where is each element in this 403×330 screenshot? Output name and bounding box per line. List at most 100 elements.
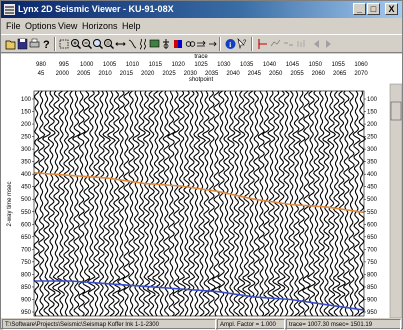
gain-icon[interactable] xyxy=(161,37,172,51)
time-tick-label: 700 xyxy=(21,247,32,253)
wiggle-icon[interactable] xyxy=(138,37,149,51)
trace-tick-label: 1020 xyxy=(171,62,185,68)
link-icon[interactable] xyxy=(185,37,196,51)
back-icon[interactable] xyxy=(311,37,322,51)
time-tick-label: 300 xyxy=(367,147,378,153)
question-icon[interactable]: ? xyxy=(41,37,52,51)
y-axis-label: 2-way time msec xyxy=(7,181,13,226)
svg-text:?: ? xyxy=(43,39,50,51)
seismic-trace xyxy=(232,90,241,317)
pan-icon[interactable] xyxy=(115,37,126,51)
time-tick-label: 950 xyxy=(21,310,32,316)
trace-tick-label: 1025 xyxy=(194,62,208,68)
svg-text:?: ? xyxy=(243,40,247,46)
time-tick-label: 800 xyxy=(21,272,32,278)
zoom-out-icon[interactable] xyxy=(81,37,92,51)
status-amplitude-factor: Ampl. Factor = 1.000 xyxy=(217,319,285,330)
trace-ticks: 980 995 1000 1005 1010 1015 1020 1025 1030 1035 10… xyxy=(36,62,368,68)
measure-icon[interactable] xyxy=(127,37,138,51)
pick-horizon-icon[interactable] xyxy=(257,37,268,51)
horizon-line[interactable] xyxy=(33,172,365,214)
pick-line-icon[interactable] xyxy=(270,37,281,51)
title-bar[interactable]: Lynx 2D Seismic Viewer - KU-91-08X _ □ X xyxy=(1,1,402,18)
time-tick-label: 350 xyxy=(367,160,378,166)
refresh-icon[interactable] xyxy=(196,37,207,51)
select-icon[interactable] xyxy=(59,37,70,51)
toolbar-separator xyxy=(251,37,253,51)
forward-icon[interactable] xyxy=(323,37,334,51)
shotpoint-tick-label: 2010 xyxy=(98,71,112,77)
minimize-button[interactable]: _ xyxy=(353,3,366,15)
seismic-trace xyxy=(177,90,187,317)
save-icon[interactable] xyxy=(17,37,28,51)
time-tick-label: 750 xyxy=(367,260,378,266)
seismic-trace xyxy=(193,90,201,317)
shotpoint-tick-label: 45 xyxy=(38,71,45,77)
time-tick-label: 600 xyxy=(367,222,378,228)
seismic-trace xyxy=(98,90,105,317)
close-button[interactable]: X xyxy=(385,3,398,15)
status-trace-time: trace= 1007.30 msec= 1501.19 xyxy=(286,319,401,330)
shotpoint-tick-label: 2055 xyxy=(290,71,304,77)
menu-horizons[interactable]: Horizons xyxy=(82,19,118,33)
seismic-trace xyxy=(288,90,296,317)
color-icon[interactable] xyxy=(173,37,184,51)
trace-tick-label: 980 xyxy=(36,62,47,68)
print-icon[interactable] xyxy=(29,37,40,51)
seismic-trace xyxy=(132,90,141,317)
zoom-fit-icon[interactable] xyxy=(103,37,114,51)
time-axis-right: 100 150 200 250 300 350 400 450 500 550 600 650 700 7… xyxy=(364,97,378,316)
shotpoint-tick-label: 2020 xyxy=(141,71,155,77)
time-tick-label: 350 xyxy=(21,160,32,166)
time-tick-label: 150 xyxy=(367,110,378,116)
seismic-trace xyxy=(257,90,265,317)
time-tick-label: 950 xyxy=(367,310,378,316)
status-bar: T:\Software\Projects\Seismic\Seismap Kof… xyxy=(1,319,402,330)
info-icon[interactable]: i xyxy=(225,37,236,51)
time-tick-label: 400 xyxy=(21,172,32,178)
open-file-icon[interactable] xyxy=(5,37,16,51)
display-icon[interactable] xyxy=(149,37,160,51)
time-tick-label: 600 xyxy=(21,222,32,228)
zoom-area-icon[interactable] xyxy=(92,37,103,51)
menu-file[interactable]: File xyxy=(6,19,21,33)
scrollbar-thumb[interactable] xyxy=(390,101,402,121)
trace-axis-title: trace xyxy=(194,54,208,60)
snap-icon[interactable] xyxy=(296,37,307,51)
time-tick-label: 200 xyxy=(21,122,32,128)
trace-tick-label: 1015 xyxy=(149,62,163,68)
seismic-section[interactable]: trace shotpoint 980 995 1000 1005 1010 1015 10… xyxy=(1,54,403,319)
seismic-trace xyxy=(41,90,51,317)
seismic-trace xyxy=(296,90,306,317)
time-tick-label: 900 xyxy=(367,297,378,303)
menu-help[interactable]: Help xyxy=(122,19,141,33)
shotpoint-tick-label: 2040 xyxy=(226,71,240,77)
toolbar: ? i ? xyxy=(1,34,402,53)
shotpoint-tick-label: 2045 xyxy=(248,71,262,77)
shotpoint-tick-label: 2025 xyxy=(162,71,176,77)
info-icon[interactable] xyxy=(207,37,218,51)
help-pointer-icon[interactable]: ? xyxy=(237,37,248,51)
menu-view[interactable]: View xyxy=(58,19,77,33)
edit-horizon-icon[interactable] xyxy=(283,37,294,51)
seismic-trace xyxy=(128,90,135,317)
trace-tick-label: 995 xyxy=(59,62,70,68)
seismic-trace xyxy=(47,90,56,317)
time-tick-label: 100 xyxy=(367,97,378,103)
menu-options[interactable]: Options xyxy=(25,19,56,33)
time-tick-label: 100 xyxy=(21,97,32,103)
seismic-trace xyxy=(207,90,216,317)
seismic-trace xyxy=(33,90,40,317)
trace-tick-label: 1035 xyxy=(240,62,254,68)
time-tick-label: 900 xyxy=(21,297,32,303)
zoom-in-icon[interactable] xyxy=(70,37,81,51)
seismic-plot-area[interactable]: trace shotpoint 980 995 1000 1005 1010 1015 10… xyxy=(1,54,403,319)
seismic-trace xyxy=(137,90,146,317)
time-tick-label: 450 xyxy=(367,185,378,191)
svg-text:i: i xyxy=(229,41,231,49)
status-path: T:\Software\Projects\Seismic\Seismap Kof… xyxy=(2,319,216,330)
maximize-button[interactable]: □ xyxy=(367,3,380,15)
seismic-trace xyxy=(212,90,221,317)
trace-tick-label: 1030 xyxy=(217,62,231,68)
time-tick-label: 850 xyxy=(367,285,378,291)
